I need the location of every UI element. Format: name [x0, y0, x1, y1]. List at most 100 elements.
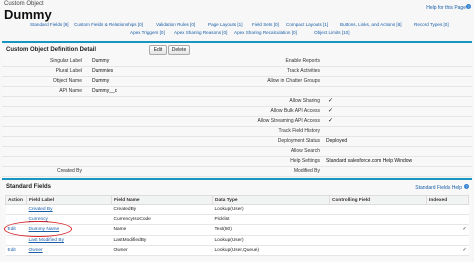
- nav-link-record-types[interactable]: Record Types [0]: [414, 22, 449, 27]
- field-name-cell: Owner: [111, 245, 213, 256]
- table-row: Currency CurrencyIsoCode Picklist: [5, 214, 469, 226]
- nav-row-2: Apex Triggers [0] Apex Sharing Reasons […: [4, 30, 470, 38]
- detail-row: Allow Sharing ✓: [2, 97, 472, 107]
- field-label: Track Field History: [278, 128, 321, 134]
- field-name-cell: CreatedBy: [111, 204, 213, 216]
- nav-link-compact-layouts[interactable]: Compact Layouts [1]: [286, 22, 328, 27]
- field-label: Help Settings: [290, 158, 320, 164]
- field-label: Created By: [56, 168, 82, 174]
- detail-row: Allow Search: [2, 147, 472, 157]
- edit-link[interactable]: Edit: [5, 245, 27, 256]
- checkmark-icon: ✓: [328, 98, 334, 104]
- field-value: Standard salesforce.com Help Window: [326, 158, 413, 164]
- detail-row: API Name Dummy__c: [2, 87, 472, 97]
- field-label: Allow Search: [290, 148, 320, 154]
- field-label-link[interactable]: Last Modified By: [26, 235, 112, 246]
- nav-row-1: Standard Fields [9] Custom Fields & Rela…: [4, 22, 470, 30]
- nav-link-apex-sharing-recalculation[interactable]: Apex Sharing Recalculation [0]: [234, 30, 297, 35]
- table-row: Edit Dummy Name Name Text(80) ✓: [5, 224, 469, 236]
- column-header: Controlling Field: [329, 195, 427, 205]
- column-header: Data Type: [212, 195, 330, 205]
- field-value: Dummies: [92, 68, 114, 74]
- data-type-cell: Lookup(User,Queue): [212, 245, 330, 256]
- field-value: Dummy: [92, 78, 110, 84]
- field-label: Singular Label: [50, 58, 82, 64]
- field-value: Dummy__c: [92, 88, 118, 94]
- field-label: Enable Reports: [285, 58, 320, 64]
- field-label: Allow in Chatter Groups: [267, 78, 320, 84]
- field-label: Deployment Status: [277, 138, 320, 144]
- detail-row: Created By Modified By: [2, 167, 472, 177]
- detail-row: Object Name Dummy Allow in Chatter Group…: [2, 77, 472, 87]
- field-value: Deployed: [326, 138, 348, 144]
- data-type-cell: Lookup(User): [212, 204, 330, 216]
- edit-link[interactable]: Edit: [5, 224, 27, 236]
- detail-row: Allow Bulk API Access ✓: [2, 107, 472, 117]
- column-header: Indexed: [426, 195, 469, 205]
- controlling-field-cell: [329, 224, 427, 236]
- field-label: API Name: [59, 88, 82, 94]
- detail-row: Plural Label Dummies Track Activities: [2, 67, 472, 77]
- detail-row: Deployment Status Deployed: [2, 137, 472, 147]
- field-value: Dummy: [92, 58, 110, 64]
- field-label: Allow Bulk API Access: [270, 108, 320, 114]
- column-header: Field Label: [26, 195, 112, 205]
- indexed-cell: ✓: [426, 224, 469, 236]
- nav-link-object-limits[interactable]: Object Limits [10]: [314, 30, 350, 35]
- field-label-link[interactable]: Currency: [26, 214, 112, 226]
- definition-detail-title: Custom Object Definition Detail: [6, 47, 97, 53]
- detail-row: Help Settings Standard salesforce.com He…: [2, 157, 472, 167]
- indexed-cell: [426, 204, 469, 216]
- column-header: Field Name: [111, 195, 213, 205]
- edit-button[interactable]: Edit: [149, 45, 167, 55]
- field-label-link[interactable]: Owner: [26, 245, 112, 256]
- nav-link-apex-sharing-reasons[interactable]: Apex Sharing Reasons [0]: [174, 30, 227, 35]
- detail-row: Track Field History: [2, 127, 472, 137]
- detail-row: Allow Streaming API Access ✓: [2, 117, 472, 127]
- field-label: Object Name: [52, 78, 82, 84]
- detail-row: Singular Label Dummy Enable Reports: [2, 57, 472, 67]
- help-icon[interactable]: ?: [466, 4, 471, 9]
- checkmark-icon: ✓: [328, 108, 334, 114]
- field-label: Plural Label: [55, 68, 82, 74]
- table-header-row: Action Field Label Field Name Data Type …: [5, 195, 469, 205]
- help-for-page-link[interactable]: Help for this Page: [426, 5, 466, 11]
- controlling-field-cell: [329, 214, 427, 226]
- field-label: Allow Streaming API Access: [257, 118, 320, 124]
- field-label: Track Activities: [286, 68, 320, 74]
- nav-link-validation-rules[interactable]: Validation Rules [0]: [156, 22, 195, 27]
- data-type-cell: Lookup(User): [212, 235, 330, 246]
- table-row: Edit Owner Owner Lookup(User,Queue) ✓: [5, 245, 469, 256]
- nav-link-apex-triggers[interactable]: Apex Triggers [0]: [130, 30, 165, 35]
- field-label: Allow Sharing: [289, 98, 320, 104]
- standard-fields-table: Action Field Label Field Name Data Type …: [5, 195, 469, 256]
- nav-link-standard-fields[interactable]: Standard Fields [9]: [30, 22, 69, 27]
- edit-link[interactable]: [5, 204, 27, 216]
- field-label: Modified By: [293, 168, 320, 174]
- column-header: Action: [5, 195, 27, 205]
- controlling-field-cell: [329, 204, 427, 216]
- delete-button[interactable]: Delete: [168, 45, 190, 55]
- nav-link-buttons-links-actions[interactable]: Buttons, Links, and Actions [8]: [340, 22, 402, 27]
- standard-fields-title: Standard Fields: [6, 184, 52, 190]
- edit-link[interactable]: [5, 235, 27, 246]
- edit-link[interactable]: [5, 214, 27, 226]
- nav-link-field-sets[interactable]: Field Sets [0]: [252, 22, 279, 27]
- nav-link-page-layouts[interactable]: Page Layouts [1]: [208, 22, 242, 27]
- field-label-link[interactable]: Dummy Name: [26, 224, 112, 236]
- field-name-cell: CurrencyIsoCode: [111, 214, 213, 226]
- definition-detail-panel: Custom Object Definition Detail Edit Del…: [2, 41, 472, 177]
- data-type-cell: Text(80): [212, 224, 330, 236]
- indexed-cell: ✓: [426, 245, 469, 256]
- field-label-link[interactable]: Created By: [26, 204, 112, 216]
- controlling-field-cell: [329, 235, 427, 246]
- standard-fields-section: Standard Fields Standard Fields Help ? A…: [2, 178, 472, 262]
- standard-fields-help-link[interactable]: Standard Fields Help: [415, 185, 462, 191]
- field-name-cell: Name: [111, 224, 213, 236]
- controlling-field-cell: [329, 245, 427, 256]
- help-icon[interactable]: ?: [464, 184, 469, 189]
- indexed-cell: [426, 235, 469, 246]
- table-row: Created By CreatedBy Lookup(User): [5, 204, 469, 216]
- nav-link-custom-fields[interactable]: Custom Fields & Relationships [0]: [74, 22, 143, 27]
- page-header: Custom Object Dummy Help for this Page ?: [0, 0, 474, 22]
